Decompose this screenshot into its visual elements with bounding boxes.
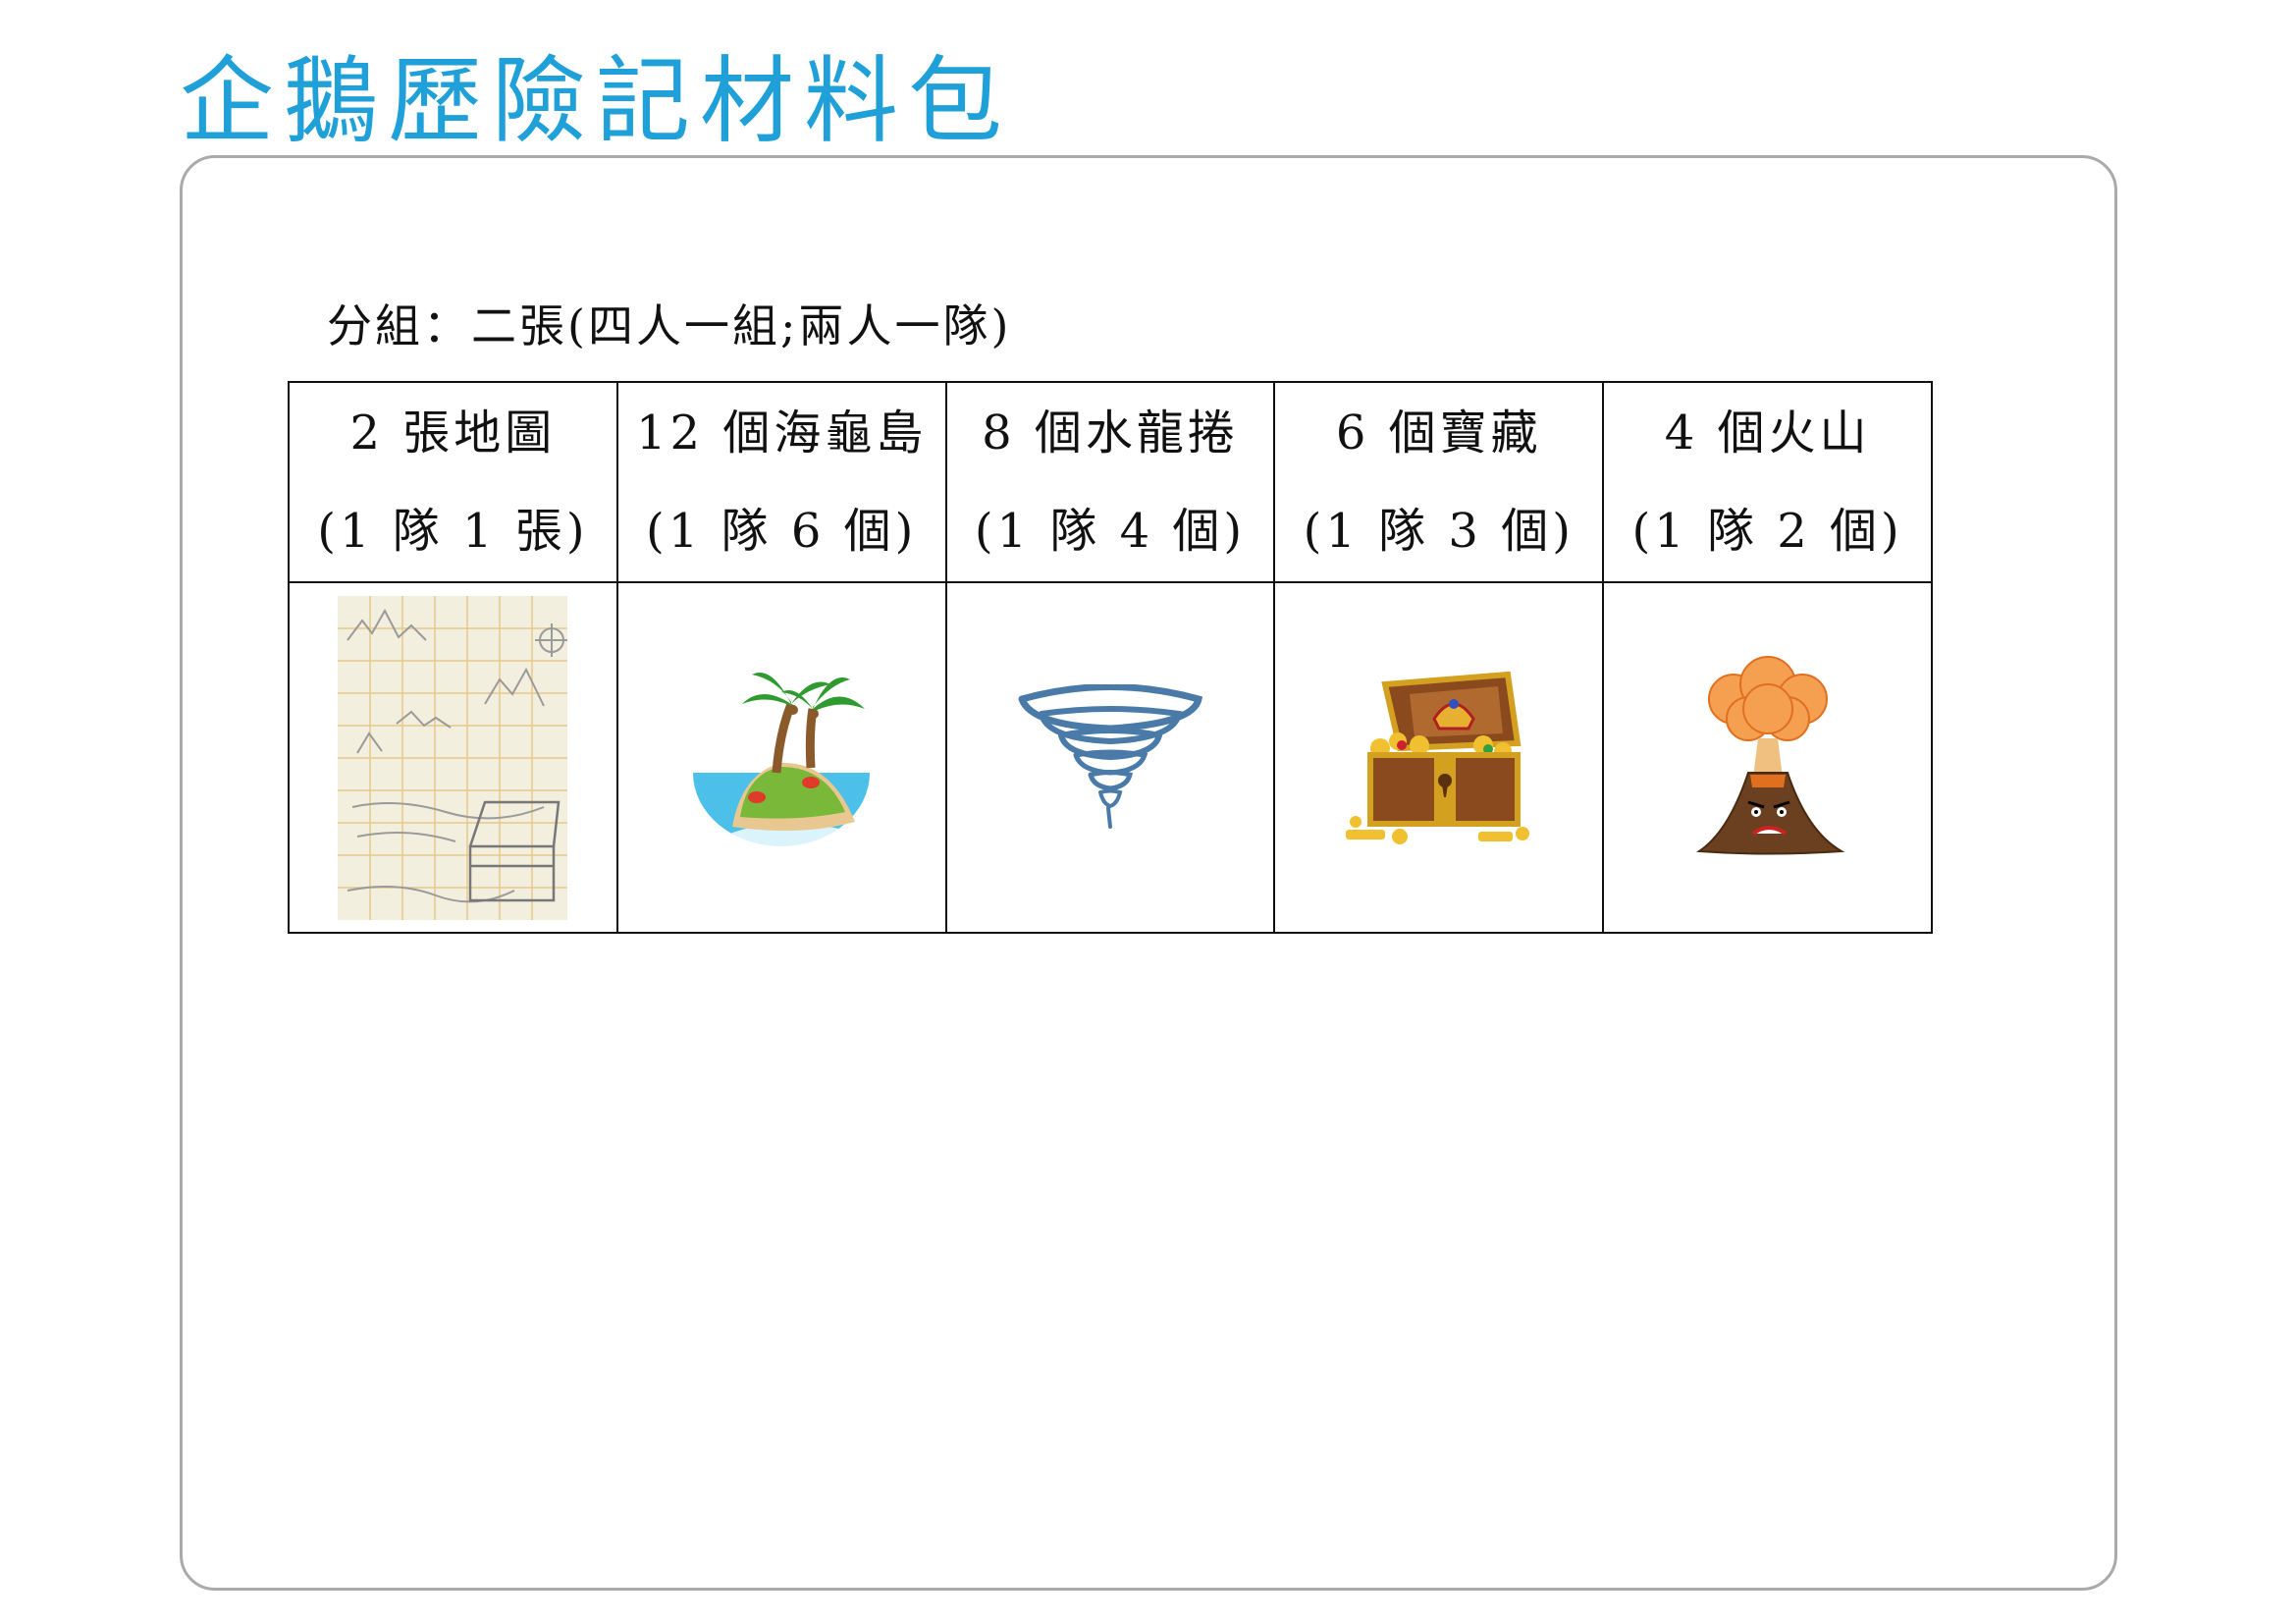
treasure-map-icon bbox=[338, 595, 568, 920]
table-cell: 4 個火山 (1 隊 2 個) bbox=[1602, 381, 1933, 583]
materials-table: 2 張地圖 (1 隊 1 張) 12 個海龜島 (1 隊 6 個) 8 個水龍捲… bbox=[288, 381, 1933, 934]
item-name: 12 個海龜島 bbox=[636, 406, 928, 460]
item-per-team: (1 隊 3 個) bbox=[1303, 504, 1575, 559]
island-icon bbox=[693, 672, 871, 847]
grouping-note: 分組：二張(四人一組;兩人一隊) bbox=[327, 299, 1012, 352]
table-header-row: 2 張地圖 (1 隊 1 張) 12 個海龜島 (1 隊 6 個) 8 個水龍捲… bbox=[288, 381, 1933, 583]
table-cell: 8 個水龍捲 (1 隊 4 個) bbox=[944, 381, 1276, 583]
item-name: 6 個寶藏 bbox=[1335, 406, 1542, 460]
volcano-icon bbox=[1695, 655, 1844, 854]
table-image-row bbox=[288, 581, 1933, 934]
table-cell bbox=[615, 581, 947, 934]
item-per-team: (1 隊 2 個) bbox=[1631, 504, 1903, 559]
item-name: 8 個水龍捲 bbox=[982, 406, 1239, 460]
treasure-chest-icon bbox=[1345, 671, 1529, 844]
table-cell: 12 個海龜島 (1 隊 6 個) bbox=[615, 381, 947, 583]
item-per-team: (1 隊 1 張) bbox=[317, 504, 589, 559]
table-cell bbox=[288, 581, 618, 934]
table-cell bbox=[944, 581, 1276, 934]
page-title: 企鵝歷險記材料包 bbox=[180, 46, 1012, 156]
table-cell bbox=[1273, 581, 1605, 934]
item-per-team: (1 隊 6 個) bbox=[646, 504, 918, 559]
tornado-icon bbox=[1018, 683, 1203, 829]
item-name: 4 個火山 bbox=[1664, 406, 1871, 460]
table-cell: 2 張地圖 (1 隊 1 張) bbox=[288, 381, 618, 583]
item-per-team: (1 隊 4 個) bbox=[974, 504, 1247, 559]
table-cell: 6 個寶藏 (1 隊 3 個) bbox=[1273, 381, 1605, 583]
item-name: 2 張地圖 bbox=[349, 406, 557, 460]
table-cell bbox=[1602, 581, 1933, 934]
